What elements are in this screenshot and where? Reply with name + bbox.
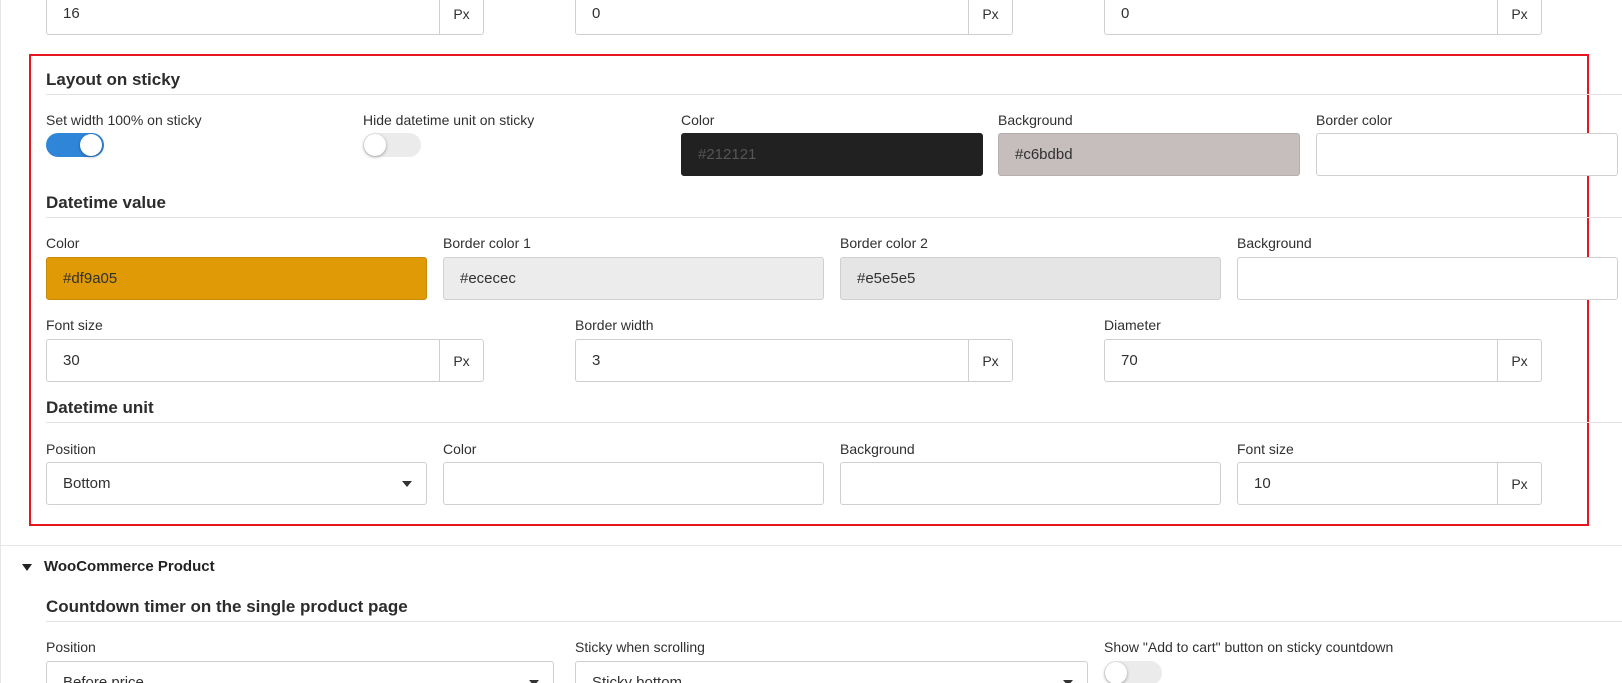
- sticky-scrolling-label: Sticky when scrolling: [575, 639, 705, 655]
- section-divider: [46, 621, 1622, 622]
- unit-position-value: Bottom: [63, 475, 111, 492]
- datetime-unit-title: Datetime unit: [46, 398, 154, 417]
- unit-font-size-value: 10: [1254, 475, 1271, 492]
- unit-font-size-input[interactable]: 10 Px: [1237, 462, 1542, 505]
- unit-background-input[interactable]: [840, 462, 1221, 505]
- add-to-cart-toggle[interactable]: [1104, 661, 1162, 683]
- prev-field-2-value: 0: [592, 5, 601, 22]
- prev-field-2[interactable]: 0 Px: [575, 0, 1013, 35]
- product-position-value: Before price: [63, 674, 144, 683]
- unit-color-label: Color: [443, 441, 477, 457]
- prev-field-3-value: 0: [1121, 5, 1130, 22]
- value-font-size-input[interactable]: 30 Px: [46, 339, 484, 382]
- unit-label: Px: [1497, 340, 1541, 381]
- value-font-size-label: Font size: [46, 317, 103, 333]
- section-divider: [46, 422, 1622, 423]
- diameter-value: 70: [1121, 352, 1138, 369]
- border-width-input[interactable]: 3 Px: [575, 339, 1013, 382]
- unit-label: Px: [1497, 463, 1541, 504]
- unit-label: Px: [968, 340, 1012, 381]
- left-panel-border: [0, 0, 1, 683]
- sticky-color-input[interactable]: #212121: [681, 133, 983, 176]
- prev-field-3[interactable]: 0 Px: [1104, 0, 1542, 35]
- product-position-select[interactable]: Before price: [46, 661, 554, 683]
- toggle-knob: [364, 134, 386, 156]
- value-color-label: Color: [46, 235, 80, 251]
- set-width-toggle[interactable]: [46, 133, 104, 157]
- sticky-scrolling-value: Sticky bottom: [592, 674, 683, 683]
- set-width-label: Set width 100% on sticky: [46, 112, 202, 128]
- value-background-input[interactable]: [1237, 257, 1618, 300]
- chevron-down-icon: [402, 481, 412, 487]
- sticky-color-label: Color: [681, 112, 715, 128]
- toggle-knob: [80, 134, 102, 156]
- border-color1-input[interactable]: #ececec: [443, 257, 824, 300]
- border-width-label: Border width: [575, 317, 654, 333]
- woocommerce-section-toggle[interactable]: WooCommerce Product: [44, 558, 215, 575]
- value-color-input[interactable]: #df9a05: [46, 257, 427, 300]
- section-divider: [46, 94, 1622, 95]
- collapse-arrow-icon[interactable]: [22, 564, 32, 571]
- value-font-size-value: 30: [63, 352, 80, 369]
- unit-color-input[interactable]: [443, 462, 824, 505]
- layout-on-sticky-title: Layout on sticky: [46, 70, 181, 89]
- diameter-label: Diameter: [1104, 317, 1161, 333]
- datetime-value-title: Datetime value: [46, 193, 166, 212]
- value-background-label: Background: [1237, 235, 1312, 251]
- countdown-single-product-title: Countdown timer on the single product pa…: [46, 597, 408, 616]
- unit-label: Px: [1497, 0, 1541, 34]
- sticky-border-color-label: Border color: [1316, 112, 1393, 128]
- sticky-scrolling-select[interactable]: Sticky bottom: [575, 661, 1088, 683]
- unit-font-size-label: Font size: [1237, 441, 1294, 457]
- add-to-cart-label: Show "Add to cart" button on sticky coun…: [1104, 639, 1394, 655]
- sticky-background-label: Background: [998, 112, 1073, 128]
- border-color2-label: Border color 2: [840, 235, 928, 251]
- toggle-knob: [1105, 662, 1127, 683]
- unit-background-label: Background: [840, 441, 915, 457]
- group-divider: [0, 545, 1622, 546]
- unit-label: Px: [968, 0, 1012, 34]
- sticky-background-input[interactable]: #c6bdbd: [998, 133, 1300, 176]
- unit-position-label: Position: [46, 441, 96, 457]
- unit-label: Px: [439, 340, 483, 381]
- section-divider: [46, 217, 1622, 218]
- product-position-label: Position: [46, 639, 96, 655]
- sticky-border-color-input[interactable]: [1316, 133, 1618, 176]
- prev-field-1[interactable]: 16 Px: [46, 0, 484, 35]
- hide-unit-label: Hide datetime unit on sticky: [363, 112, 535, 128]
- hide-unit-toggle[interactable]: [363, 133, 421, 157]
- unit-position-select[interactable]: Bottom: [46, 462, 427, 505]
- border-width-value: 3: [592, 352, 601, 369]
- border-color1-label: Border color 1: [443, 235, 531, 251]
- diameter-input[interactable]: 70 Px: [1104, 339, 1542, 382]
- prev-field-1-value: 16: [63, 5, 80, 22]
- unit-label: Px: [439, 0, 483, 34]
- border-color2-input[interactable]: #e5e5e5: [840, 257, 1221, 300]
